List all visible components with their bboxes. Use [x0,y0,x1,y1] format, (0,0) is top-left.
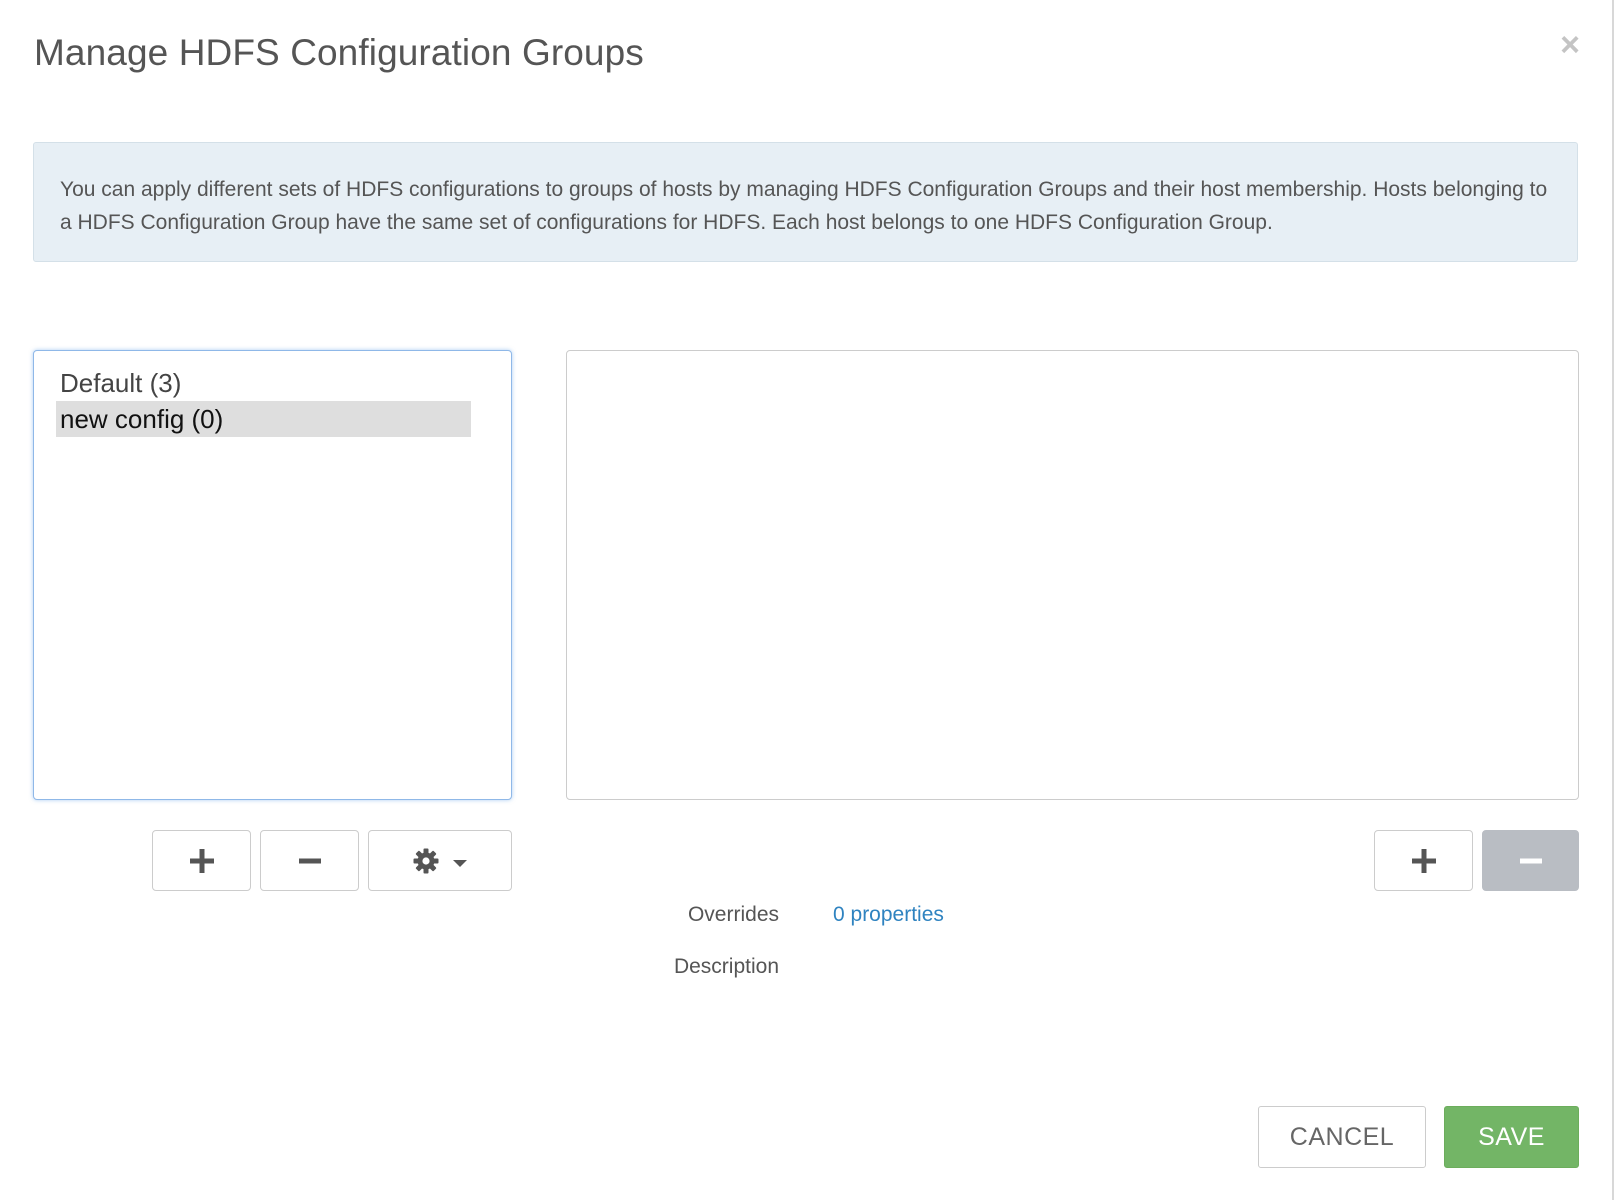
config-group-item-default[interactable]: Default (3) [56,365,471,401]
remove-hosts-button[interactable] [1482,830,1579,891]
config-group-item-new-config[interactable]: new config (0) [56,401,471,437]
overrides-properties-link[interactable]: 0 properties [833,903,944,927]
description-label: Description [673,955,779,978]
cancel-button[interactable]: CANCEL [1258,1106,1426,1168]
close-icon[interactable]: × [1555,28,1585,62]
group-hosts-list[interactable] [566,350,1579,800]
add-config-group-button[interactable] [152,830,251,891]
modal-edge-divider [1612,0,1614,1200]
gear-icon [413,848,439,874]
config-group-actions-dropdown[interactable] [368,830,512,891]
manage-config-groups-modal: Manage HDFS Configuration Groups × You c… [0,0,1616,1200]
plus-icon [1411,848,1437,874]
modal-title: Manage HDFS Configuration Groups [34,32,644,73]
minus-icon [298,858,321,864]
remove-config-group-button[interactable] [260,830,359,891]
info-alert: You can apply different sets of HDFS con… [33,142,1578,262]
plus-icon [189,848,215,874]
overrides-label: Overrides [687,903,779,926]
minus-icon [1519,858,1542,864]
config-group-list[interactable]: Default (3) new config (0) [33,350,512,800]
add-hosts-button[interactable] [1374,830,1473,891]
save-button[interactable]: SAVE [1444,1106,1579,1168]
caret-down-icon [453,854,467,868]
